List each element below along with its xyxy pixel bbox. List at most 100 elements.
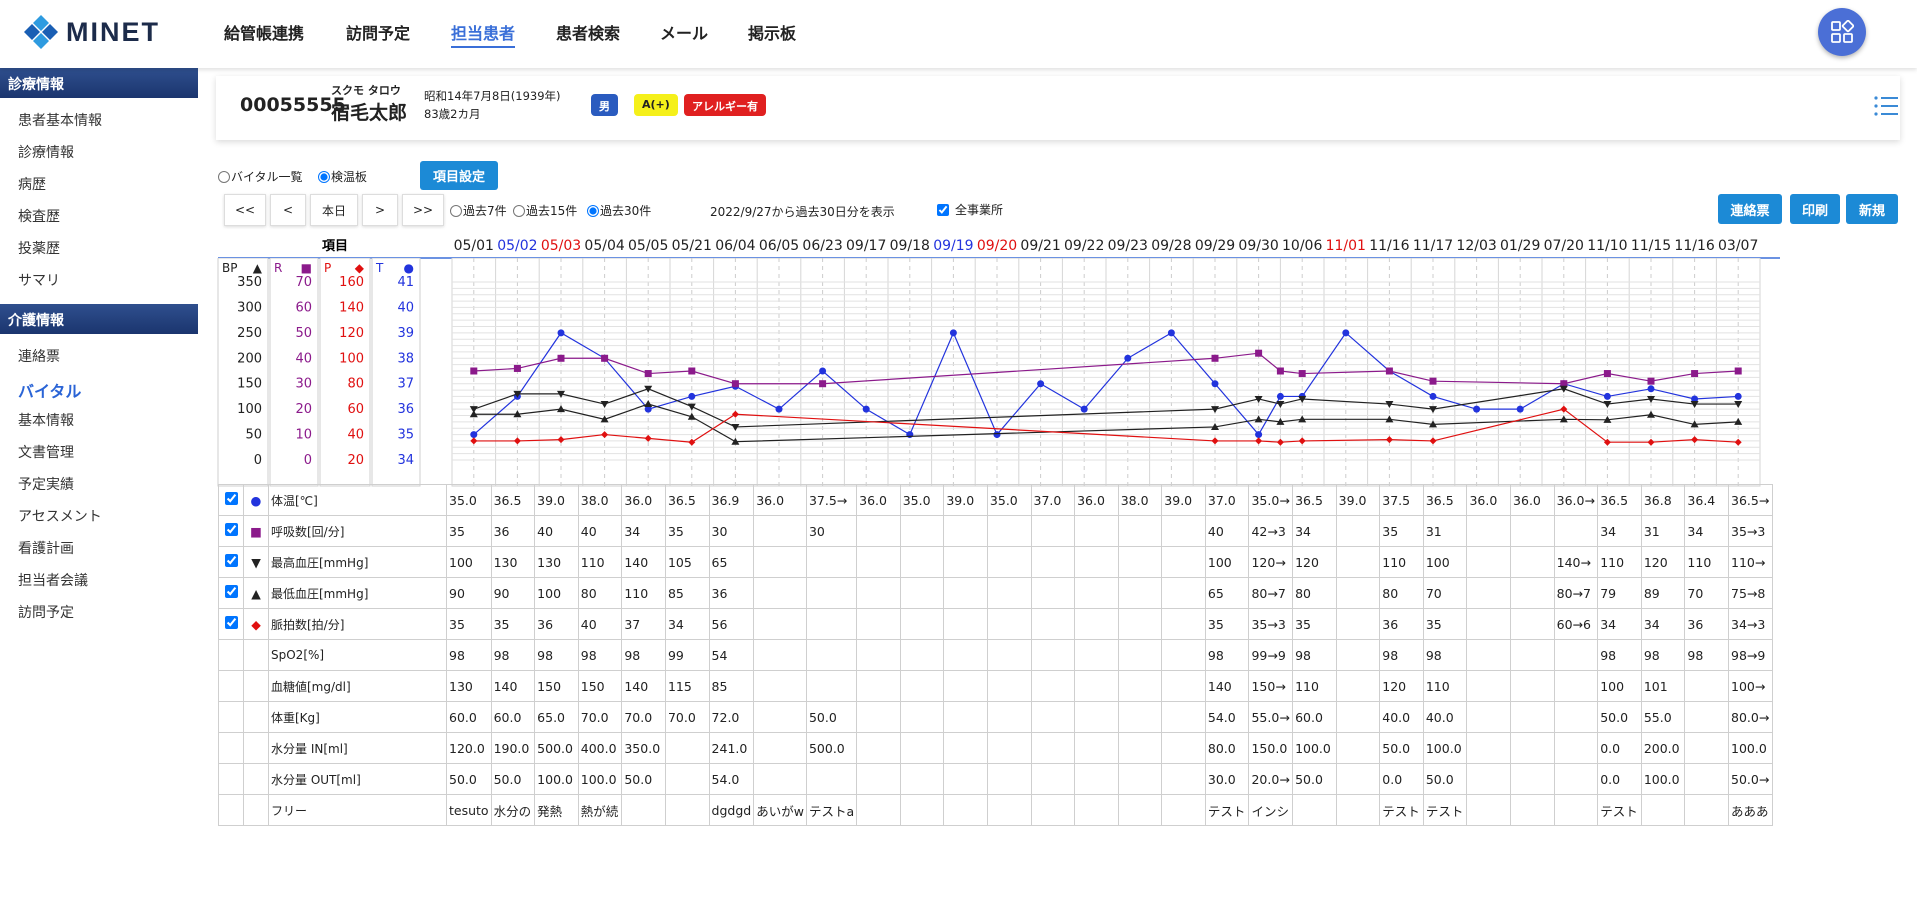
table-cell[interactable]: 36.0→ — [1553, 484, 1599, 516]
table-cell[interactable] — [899, 608, 945, 640]
table-cell[interactable] — [1161, 670, 1206, 702]
minet-logo[interactable]: MINET — [22, 12, 160, 52]
table-cell[interactable]: 36 — [708, 577, 755, 609]
table-cell[interactable] — [1161, 763, 1206, 795]
table-cell[interactable]: 80 — [577, 577, 623, 609]
table-cell[interactable] — [1335, 732, 1381, 764]
table-cell[interactable] — [805, 577, 858, 609]
table-cell[interactable] — [664, 732, 710, 764]
series-point[interactable] — [1473, 405, 1481, 413]
range-15-radio[interactable]: 過去15件 — [513, 202, 577, 219]
table-cell[interactable] — [1030, 608, 1076, 640]
table-cell[interactable]: 98 — [490, 639, 536, 671]
table-cell[interactable]: 110 — [577, 546, 623, 578]
table-cell[interactable] — [1510, 515, 1555, 547]
table-cell[interactable]: 35.0→ — [1248, 484, 1294, 516]
table-cell[interactable]: 50.0 — [805, 701, 858, 733]
nav-item-3[interactable]: 患者検索 — [556, 20, 620, 44]
table-cell[interactable] — [1117, 732, 1163, 764]
table-cell[interactable] — [1161, 701, 1206, 733]
table-cell[interactable] — [943, 515, 988, 547]
sidebar-item-0-1[interactable]: 診療情報 — [0, 134, 198, 166]
table-cell[interactable] — [1117, 670, 1163, 702]
sidebar-item-1-8[interactable]: 訪問予定 — [0, 594, 198, 626]
table-cell[interactable] — [1510, 577, 1555, 609]
all-offices-checkbox[interactable]: 全事業所 — [937, 201, 1003, 218]
table-cell[interactable]: 130 — [490, 546, 536, 578]
table-cell[interactable]: 31 — [1422, 515, 1468, 547]
table-cell[interactable]: 80 — [1292, 577, 1337, 609]
table-cell[interactable]: 100.0 — [1422, 732, 1468, 764]
table-cell[interactable]: 56 — [708, 608, 755, 640]
table-cell[interactable]: テスト — [1422, 794, 1468, 826]
table-cell[interactable]: 60.0 — [490, 701, 536, 733]
table-cell[interactable] — [1510, 546, 1555, 578]
series-point[interactable] — [513, 364, 521, 372]
table-cell[interactable] — [1510, 732, 1555, 764]
table-cell[interactable]: 34 — [621, 515, 666, 547]
table-cell[interactable]: 100 — [534, 577, 579, 609]
table-cell[interactable] — [986, 639, 1032, 671]
table-cell[interactable] — [1553, 701, 1599, 733]
table-cell[interactable]: 34 — [1292, 515, 1337, 547]
table-cell[interactable]: 39.0 — [1161, 484, 1206, 516]
table-cell[interactable] — [1161, 794, 1206, 826]
table-cell[interactable] — [1466, 732, 1512, 764]
new-button[interactable]: 新規 — [1846, 194, 1898, 224]
table-cell[interactable] — [1466, 608, 1512, 640]
table-cell[interactable]: 98 — [1422, 639, 1468, 671]
table-cell[interactable]: 39.0 — [1335, 484, 1381, 516]
table-cell[interactable] — [805, 639, 858, 671]
table-cell[interactable]: 150 — [577, 670, 623, 702]
table-cell[interactable]: 30 — [805, 515, 858, 547]
table-cell[interactable] — [1074, 701, 1119, 733]
table-cell[interactable]: 37 — [621, 608, 666, 640]
table-cell[interactable]: 36.0 — [1074, 484, 1119, 516]
table-cell[interactable]: 60.0 — [446, 701, 492, 733]
table-cell[interactable]: 40 — [577, 608, 623, 640]
table-cell[interactable]: 75→8 — [1728, 577, 1773, 609]
table-cell[interactable]: 35 — [446, 515, 492, 547]
table-cell[interactable]: 130 — [446, 670, 492, 702]
view-board-radio[interactable]: 検温板 — [318, 168, 367, 185]
table-cell[interactable] — [1335, 794, 1381, 826]
series-point[interactable] — [1037, 380, 1045, 388]
series-point[interactable] — [906, 431, 914, 439]
table-cell[interactable] — [986, 701, 1032, 733]
table-cell[interactable] — [753, 546, 807, 578]
table-cell[interactable] — [986, 546, 1032, 578]
table-cell[interactable]: 34 — [1597, 515, 1642, 547]
table-cell[interactable] — [1161, 732, 1206, 764]
table-cell[interactable] — [899, 701, 945, 733]
series-point[interactable] — [1211, 354, 1219, 362]
table-cell[interactable]: 79 — [1597, 577, 1642, 609]
table-cell[interactable]: 140→ — [1553, 546, 1599, 578]
table-cell[interactable]: 105 — [664, 546, 710, 578]
table-cell[interactable]: 100.0 — [1728, 732, 1773, 764]
table-cell[interactable] — [1117, 639, 1163, 671]
table-cell[interactable]: 40.0 — [1379, 701, 1424, 733]
table-cell[interactable]: 150.0 — [1248, 732, 1294, 764]
table-cell[interactable]: 98 — [1379, 639, 1424, 671]
series-point[interactable] — [949, 329, 957, 337]
table-cell[interactable] — [943, 670, 988, 702]
table-cell[interactable]: 36.8 — [1640, 484, 1686, 516]
table-cell[interactable]: 150→ — [1248, 670, 1294, 702]
table-cell[interactable]: 34 — [1597, 608, 1642, 640]
table-cell[interactable]: 35→3 — [1248, 608, 1294, 640]
table-cell[interactable] — [1684, 763, 1730, 795]
series-point[interactable] — [862, 405, 870, 413]
table-cell[interactable] — [805, 763, 858, 795]
prev-page-button[interactable]: < — [270, 194, 306, 226]
table-cell[interactable] — [753, 577, 807, 609]
table-cell[interactable] — [753, 732, 807, 764]
table-cell[interactable]: 35.0 — [986, 484, 1032, 516]
table-cell[interactable] — [856, 639, 901, 671]
series-point[interactable] — [601, 354, 609, 362]
table-cell[interactable]: テスト — [1204, 794, 1250, 826]
nav-item-2[interactable]: 担当患者 — [451, 20, 516, 48]
table-cell[interactable]: 110 — [1684, 546, 1730, 578]
table-cell[interactable] — [1117, 701, 1163, 733]
table-cell[interactable]: 35.0 — [446, 484, 492, 516]
table-cell[interactable] — [1466, 546, 1512, 578]
